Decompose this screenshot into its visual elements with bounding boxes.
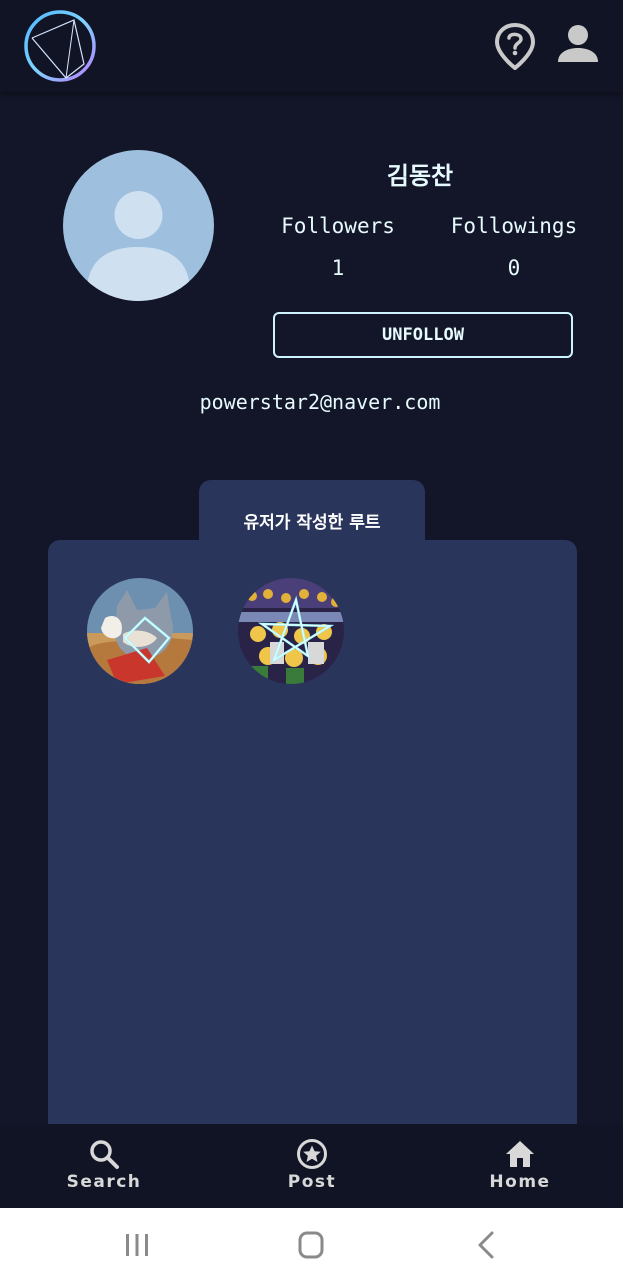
nav-search-label: Search — [66, 1172, 142, 1192]
route-thumbnail-cartoon-cat[interactable] — [87, 578, 193, 684]
nav-post-label: Post — [287, 1172, 337, 1192]
route-thumbnail-crowd-star[interactable] — [238, 578, 344, 684]
back-chevron-icon[interactable] — [466, 1230, 506, 1260]
user-routes-panel — [48, 540, 577, 1124]
location-help-icon[interactable] — [494, 22, 536, 71]
star-circle-icon — [297, 1139, 327, 1169]
constellation-logo-icon[interactable] — [22, 8, 98, 84]
followings-count[interactable]: 0 — [434, 256, 594, 280]
recent-apps-icon[interactable] — [117, 1230, 157, 1260]
nav-search[interactable]: Search — [44, 1124, 164, 1208]
top-app-bar — [0, 0, 623, 92]
home-circle-icon[interactable] — [291, 1230, 331, 1260]
followers-label[interactable]: Followers — [258, 214, 418, 238]
nav-home-label: Home — [489, 1172, 551, 1192]
bottom-navigation: Search Post Home — [0, 1124, 623, 1208]
unfollow-button[interactable]: UNFOLLOW — [273, 312, 573, 358]
followers-count[interactable]: 1 — [258, 256, 418, 280]
user-routes-tab-label: 유저가 작성한 루트 — [243, 513, 381, 533]
home-icon — [506, 1141, 534, 1167]
nav-post[interactable]: Post — [252, 1124, 372, 1208]
user-routes-tab: 유저가 작성한 루트 — [199, 480, 425, 546]
default-avatar-icon — [63, 150, 214, 301]
profile-email: powerstar2@naver.com — [199, 390, 441, 414]
followings-label[interactable]: Followings — [434, 214, 594, 238]
nav-home[interactable]: Home — [460, 1124, 580, 1208]
account-icon[interactable] — [556, 22, 600, 66]
search-icon — [90, 1140, 119, 1169]
system-navigation-bar — [0, 1208, 623, 1280]
profile-name: 김동찬 — [386, 162, 454, 190]
